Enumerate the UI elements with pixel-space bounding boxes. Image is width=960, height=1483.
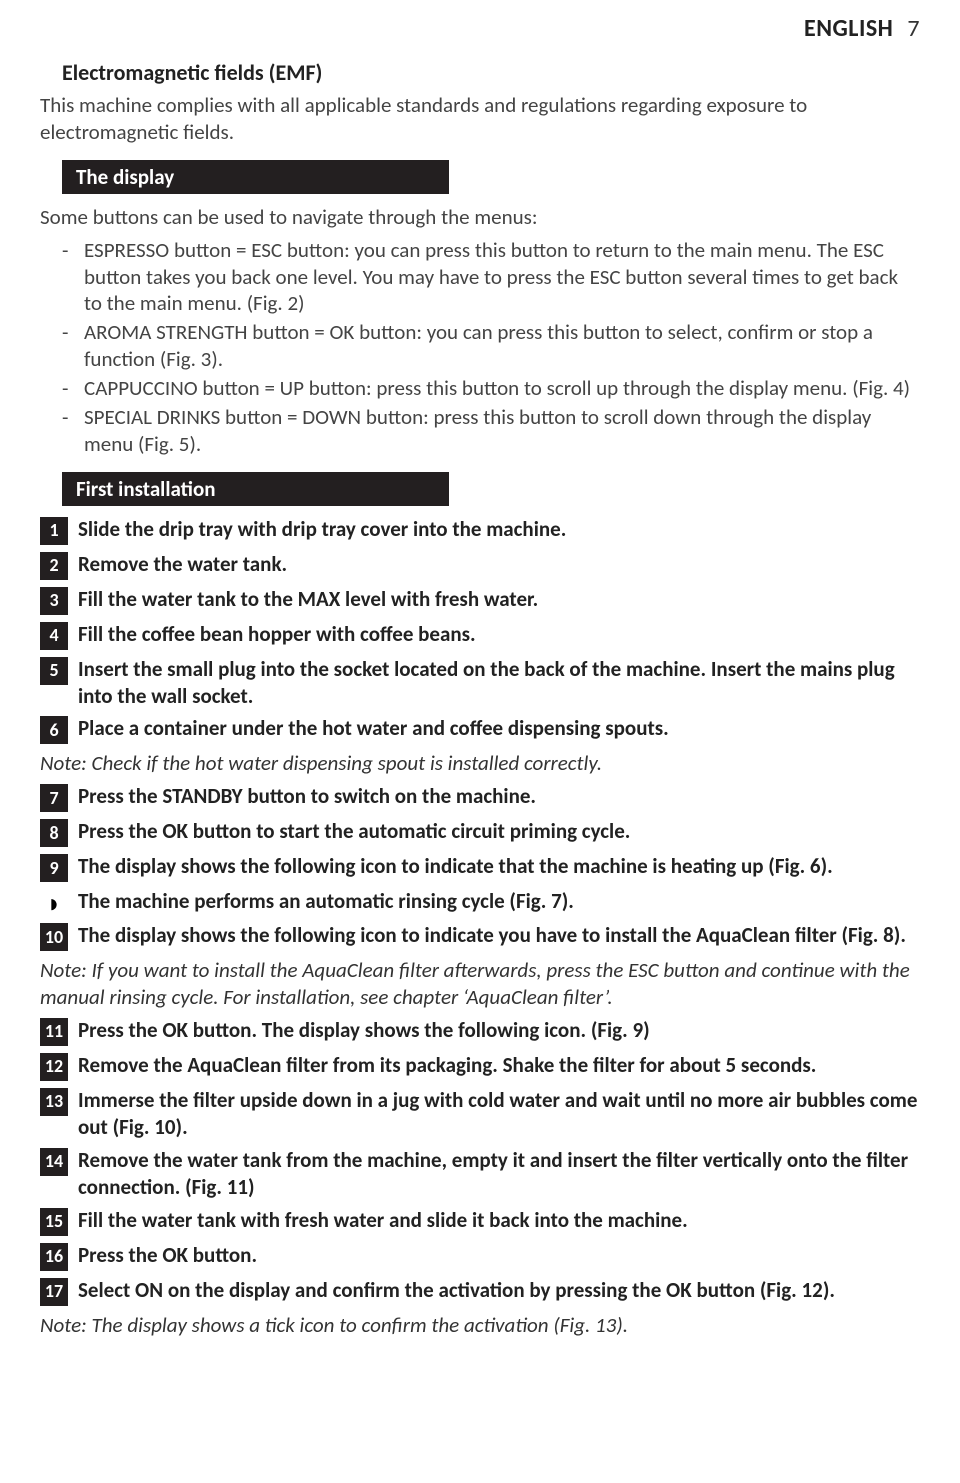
steps-group-4: 11 Press the OK button. The display shows… [40, 1017, 920, 1306]
step-number: 17 [40, 1278, 68, 1306]
page-header: ENGLISH 7 [40, 14, 920, 43]
step-text: Remove the water tank. [78, 551, 920, 578]
emf-heading: Electromagnetic fields (EMF) [62, 59, 920, 86]
display-intro: Some buttons can be used to navigate thr… [40, 204, 920, 231]
step-text: Slide the drip tray with drip tray cover… [78, 516, 920, 543]
step-number: 15 [40, 1208, 68, 1236]
steps-group-3: 10 The display shows the following icon t… [40, 922, 920, 951]
step-number: 3 [40, 587, 68, 615]
display-bar-heading: The display [62, 160, 449, 194]
display-list-item: CAPPUCCINO button = UP button: press thi… [62, 375, 920, 402]
note-text: Note: The display shows a tick icon to c… [40, 1312, 920, 1339]
steps-group-1: 1 Slide the drip tray with drip tray cove… [40, 516, 920, 745]
step-number: 1 [40, 517, 68, 545]
step-item: 4 Fill the coffee bean hopper with coffee… [40, 621, 920, 650]
step-number: 2 [40, 552, 68, 580]
display-list-item: SPECIAL DRINKS button = DOWN button: pre… [62, 404, 920, 458]
step-text: The display shows the following icon to … [78, 922, 920, 949]
step-number: 4 [40, 622, 68, 650]
step-number: 12 [40, 1053, 68, 1081]
emf-body: This machine complies with all applicabl… [40, 92, 920, 146]
language-label: ENGLISH [804, 14, 893, 43]
step-item: 3 Fill the water tank to the MAX level wi… [40, 586, 920, 615]
step-item: 14 Remove the water tank from the machine… [40, 1147, 920, 1201]
step-number: 9 [40, 854, 68, 882]
note-text: Note: Check if the hot water dispensing … [40, 750, 920, 777]
step-item: 13 Immerse the filter upside down in a ju… [40, 1087, 920, 1141]
step-number: 5 [40, 657, 68, 685]
display-list-item: AROMA STRENGTH button = OK button: you c… [62, 319, 920, 373]
step-item: 16 Press the OK button. [40, 1242, 920, 1271]
sub-bullet-text: The machine performs an automatic rinsin… [78, 888, 920, 915]
sub-bullet: ◗ The machine performs an automatic rins… [40, 888, 920, 916]
step-item: 5 Insert the small plug into the socket l… [40, 656, 920, 710]
step-number: 16 [40, 1243, 68, 1271]
display-list: ESPRESSO button = ESC button: you can pr… [40, 237, 920, 458]
step-item: 7 Press the STANDBY button to switch on t… [40, 783, 920, 812]
step-number: 8 [40, 819, 68, 847]
step-number: 13 [40, 1088, 68, 1116]
step-item: 15 Fill the water tank with fresh water a… [40, 1207, 920, 1236]
step-number: 10 [40, 923, 68, 951]
step-number: 14 [40, 1148, 68, 1176]
step-item: 11 Press the OK button. The display shows… [40, 1017, 920, 1046]
step-text: Remove the water tank from the machine, … [78, 1147, 920, 1201]
step-number: 7 [40, 784, 68, 812]
steps-group-2: 7 Press the STANDBY button to switch on t… [40, 783, 920, 882]
step-text: The display shows the following icon to … [78, 853, 920, 880]
page-root: ENGLISH 7 Electromagnetic fields (EMF) T… [0, 0, 960, 1364]
step-text: Fill the coffee bean hopper with coffee … [78, 621, 920, 648]
step-text: Immerse the filter upside down in a jug … [78, 1087, 920, 1141]
step-item: 9 The display shows the following icon to… [40, 853, 920, 882]
step-text: Place a container under the hot water an… [78, 715, 920, 742]
bullet-icon: ◗ [40, 890, 68, 916]
step-text: Insert the small plug into the socket lo… [78, 656, 920, 710]
step-item: 2 Remove the water tank. [40, 551, 920, 580]
step-text: Fill the water tank to the MAX level wit… [78, 586, 920, 613]
page-number: 7 [907, 14, 920, 43]
display-list-item: ESPRESSO button = ESC button: you can pr… [62, 237, 920, 318]
step-text: Press the OK button to start the automat… [78, 818, 920, 845]
step-item: 8 Press the OK button to start the automa… [40, 818, 920, 847]
step-number: 11 [40, 1018, 68, 1046]
step-item: 6 Place a container under the hot water a… [40, 715, 920, 744]
step-text: Remove the AquaClean filter from its pac… [78, 1052, 920, 1079]
first-install-bar-heading: First installation [62, 472, 449, 506]
step-text: Select ON on the display and confirm the… [78, 1277, 920, 1304]
step-text: Fill the water tank with fresh water and… [78, 1207, 920, 1234]
step-text: Press the OK button. The display shows t… [78, 1017, 920, 1044]
step-text: Press the STANDBY button to switch on th… [78, 783, 920, 810]
step-number: 6 [40, 716, 68, 744]
step-item: 17 Select ON on the display and confirm t… [40, 1277, 920, 1306]
step-item: 12 Remove the AquaClean filter from its p… [40, 1052, 920, 1081]
step-text: Press the OK button. [78, 1242, 920, 1269]
step-item: 10 The display shows the following icon t… [40, 922, 920, 951]
step-item: 1 Slide the drip tray with drip tray cove… [40, 516, 920, 545]
note-text: Note: If you want to install the AquaCle… [40, 957, 920, 1011]
